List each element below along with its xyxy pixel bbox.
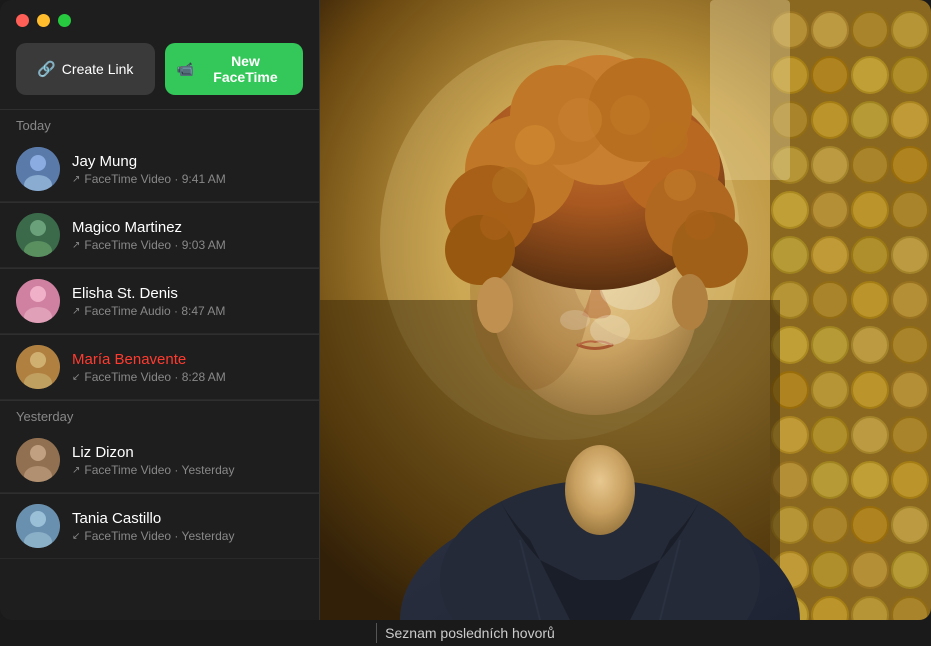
avatar (16, 345, 60, 389)
link-icon: 🔗 (37, 60, 56, 78)
portrait-photo (320, 0, 931, 620)
call-info: Tania Castillo ↙ FaceTime Video · Yester… (72, 509, 303, 544)
direction-arrow: ↙ (72, 531, 80, 542)
maximize-button[interactable] (58, 14, 71, 27)
tooltip-line: Seznam posledních hovorů (376, 623, 555, 643)
call-detail-text: FaceTime Video · 9:41 AM (84, 172, 225, 186)
new-facetime-label: New FaceTime (200, 53, 291, 85)
traffic-lights (0, 0, 319, 37)
call-detail: ↗ FaceTime Video · 9:41 AM (72, 172, 303, 186)
section-yesterday: Yesterday (0, 401, 319, 428)
minimize-button[interactable] (37, 14, 50, 27)
list-item[interactable]: María Benavente ↙ FaceTime Video · 8:28 … (0, 335, 319, 400)
call-detail: ↗ FaceTime Video · 9:03 AM (72, 238, 303, 252)
call-detail-text: FaceTime Audio · 8:47 AM (84, 304, 225, 318)
contact-name: Jay Mung (72, 152, 303, 172)
app-window: 🔗 Create Link 📹 New FaceTime Today (0, 0, 931, 620)
contact-name: Liz Dizon (72, 443, 303, 463)
call-detail-text: FaceTime Video · 8:28 AM (84, 370, 225, 384)
list-item[interactable]: Liz Dizon ↗ FaceTime Video · Yesterday (0, 428, 319, 493)
create-link-label: Create Link (62, 61, 134, 77)
call-detail: ↗ FaceTime Video · Yesterday (72, 463, 303, 477)
call-detail-text: FaceTime Video · 9:03 AM (84, 238, 225, 252)
direction-arrow: ↗ (72, 174, 80, 185)
call-info: Jay Mung ↗ FaceTime Video · 9:41 AM (72, 152, 303, 187)
call-detail-text: FaceTime Video · Yesterday (84, 529, 234, 543)
sidebar: 🔗 Create Link 📹 New FaceTime Today (0, 0, 320, 620)
call-detail: ↙ FaceTime Video · Yesterday (72, 529, 303, 543)
direction-arrow: ↗ (72, 465, 80, 476)
section-today: Today (0, 110, 319, 137)
avatar (16, 213, 60, 257)
create-link-button[interactable]: 🔗 Create Link (16, 43, 155, 95)
tooltip-text: Seznam posledních hovorů (385, 625, 555, 641)
action-buttons: 🔗 Create Link 📹 New FaceTime (0, 37, 319, 109)
avatar (16, 504, 60, 548)
list-item[interactable]: Elisha St. Denis ↗ FaceTime Audio · 8:47… (0, 269, 319, 334)
call-list: Today Jay Mung ↗ Fac (0, 110, 319, 620)
contact-name: Tania Castillo (72, 509, 303, 529)
direction-arrow: ↙ (72, 372, 80, 383)
list-item[interactable]: Magico Martinez ↗ FaceTime Video · 9:03 … (0, 203, 319, 268)
call-info: María Benavente ↙ FaceTime Video · 8:28 … (72, 350, 303, 385)
call-detail: ↙ FaceTime Video · 8:28 AM (72, 370, 303, 384)
video-camera-icon: 📹 (177, 61, 194, 78)
direction-arrow: ↗ (72, 240, 80, 251)
call-info: Liz Dizon ↗ FaceTime Video · Yesterday (72, 443, 303, 478)
direction-arrow: ↗ (72, 306, 80, 317)
list-item[interactable]: Tania Castillo ↙ FaceTime Video · Yester… (0, 494, 319, 559)
contact-name: María Benavente (72, 350, 303, 370)
call-info: Elisha St. Denis ↗ FaceTime Audio · 8:47… (72, 284, 303, 319)
call-detail: ↗ FaceTime Audio · 8:47 AM (72, 304, 303, 318)
list-item[interactable]: Jay Mung ↗ FaceTime Video · 9:41 AM (0, 137, 319, 202)
contact-name: Magico Martinez (72, 218, 303, 238)
avatar (16, 147, 60, 191)
tooltip-divider (376, 623, 377, 643)
avatar (16, 279, 60, 323)
photo-area (320, 0, 931, 620)
contact-name: Elisha St. Denis (72, 284, 303, 304)
new-facetime-button[interactable]: 📹 New FaceTime (165, 43, 304, 95)
call-detail-text: FaceTime Video · Yesterday (84, 463, 234, 477)
avatar (16, 438, 60, 482)
tooltip-area: Seznam posledních hovorů (376, 620, 555, 646)
call-info: Magico Martinez ↗ FaceTime Video · 9:03 … (72, 218, 303, 253)
close-button[interactable] (16, 14, 29, 27)
